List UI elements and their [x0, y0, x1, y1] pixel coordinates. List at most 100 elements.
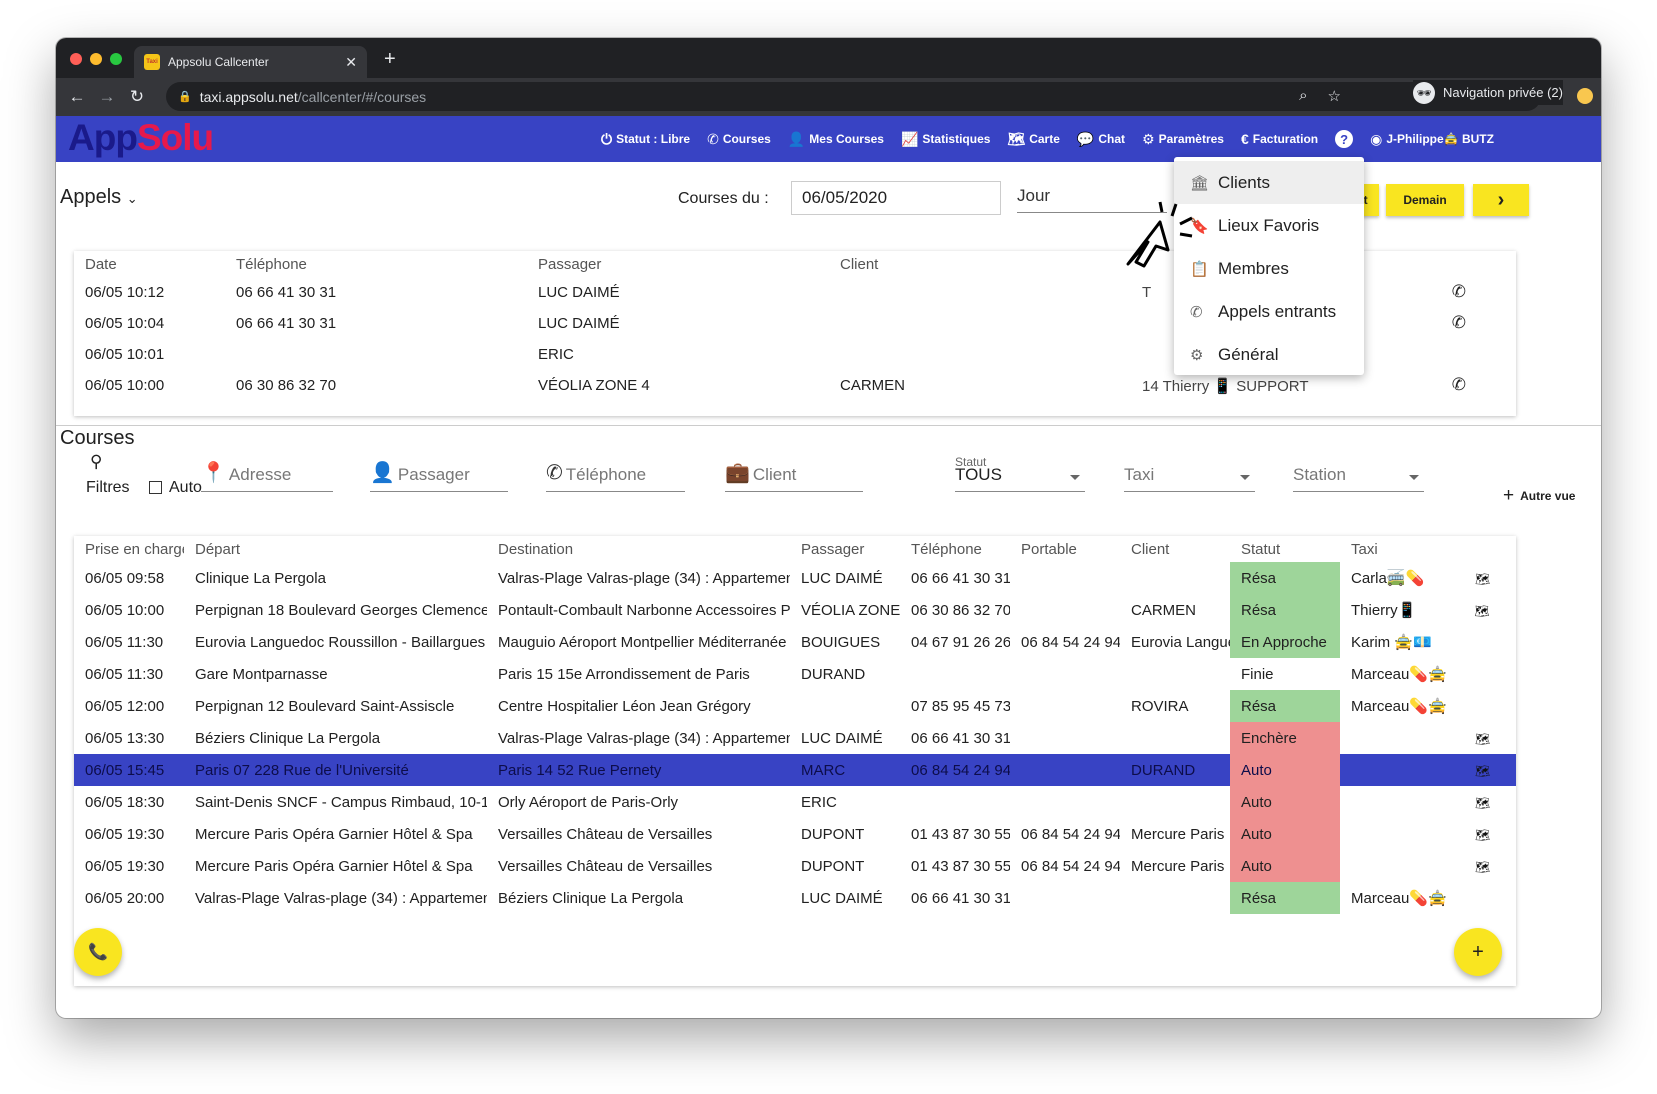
auto-checkbox[interactable] [149, 481, 162, 494]
back-icon[interactable]: ← [62, 87, 92, 107]
course-col-7[interactable]: Statut [1230, 536, 1340, 562]
menu-courses[interactable]: ✆ Courses [707, 131, 771, 148]
next-day-button[interactable]: › [1473, 184, 1529, 216]
reload-icon[interactable]: ↻ [122, 87, 152, 107]
course-col-3[interactable]: Passager [790, 536, 900, 562]
taxi-select[interactable]: Taxi [1124, 458, 1255, 492]
star-icon[interactable]: ☆ [1328, 87, 1341, 105]
url-field[interactable]: 🔒 taxi.appsolu.net /callcenter/#/courses… [166, 82, 1541, 111]
course-row[interactable]: 06/05 15:45 Paris 07 228 Rue de l'Univers… [74, 754, 1516, 786]
course-portable: 06 84 54 24 94 [1021, 633, 1120, 651]
help-button[interactable]: ? [1335, 130, 1354, 148]
passager-filter[interactable]: 👤 Passager [370, 458, 508, 492]
date-input[interactable]: 06/05/2020 [791, 181, 1001, 215]
course-col-2[interactable]: Destination [487, 536, 790, 562]
course-row[interactable]: 06/05 19:30 Mercure Paris Opéra Garnier H… [74, 818, 1516, 850]
course-row[interactable]: 06/05 10:00 Perpignan 18 Boulevard George… [74, 594, 1516, 626]
call-phone-icon[interactable]: ✆ [1452, 375, 1466, 395]
phone-icon: ✆ [1190, 303, 1203, 321]
autre-vue-button[interactable]: + Autre vue [1503, 485, 1575, 507]
course-taxi [1340, 818, 1450, 850]
col-telephone[interactable]: Téléphone [225, 251, 527, 277]
maximize-window-button[interactable] [110, 53, 122, 65]
menu-item-appels-entrants[interactable]: ✆ Appels entrants [1174, 290, 1364, 333]
course-row[interactable]: 06/05 11:30 Eurovia Languedoc Roussillon … [74, 626, 1516, 658]
call-passager: LUC DAIMÉ [538, 284, 620, 301]
menu-facturation[interactable]: € Facturation [1241, 131, 1318, 147]
call-phone-icon[interactable]: ✆ [1452, 282, 1466, 302]
course-statut: Auto [1230, 786, 1340, 818]
station-select[interactable]: Station [1293, 458, 1424, 492]
extension-icon[interactable] [1577, 88, 1593, 104]
course-col-0[interactable]: Prise en charge [74, 536, 184, 562]
map-icon[interactable]: 🗺 [1475, 796, 1490, 810]
menu-statut[interactable]: ⏻ Statut : Libre [601, 131, 690, 148]
menu-chat[interactable]: 💬 Chat [1077, 131, 1125, 148]
course-actions: 🗺 [1450, 562, 1516, 594]
course-row[interactable]: 06/05 20:00 Valras-Plage Valras-plage (34… [74, 882, 1516, 914]
course-col-1[interactable]: Départ [184, 536, 487, 562]
menu-item-membres[interactable]: 📋 Membres [1174, 247, 1364, 290]
map-icon[interactable]: 🗺 [1475, 732, 1490, 746]
phone-icon: ✆ [707, 130, 719, 147]
menu-item-lieux-favoris[interactable]: 🔖 Lieux Favoris [1174, 204, 1364, 247]
course-row[interactable]: 06/05 12:00 Perpignan 12 Boulevard Saint-… [74, 690, 1516, 722]
new-tab-icon[interactable]: + [384, 48, 396, 71]
menu-item-general[interactable]: ⚙ Général [1174, 333, 1364, 376]
bank-icon: 🏛 [1190, 174, 1210, 192]
zoom-icon[interactable]: ⌕ [1299, 87, 1307, 105]
appsolu-logo[interactable]: AppSolu [68, 117, 214, 159]
col-passager[interactable]: Passager [527, 251, 829, 277]
col-date[interactable]: Date [74, 251, 225, 277]
add-fab-button[interactable]: + [1454, 928, 1502, 976]
close-window-button[interactable] [70, 53, 82, 65]
menu-item-clients[interactable]: 🏛 Clients [1174, 161, 1364, 204]
course-pec: 06/05 11:30 [85, 633, 164, 651]
menu-mes-courses[interactable]: 👤 Mes Courses [788, 131, 884, 148]
map-icon[interactable]: 🗺 [1475, 860, 1490, 874]
menu-parametres[interactable]: ⚙ Paramètres [1142, 131, 1224, 148]
user-menu[interactable]: ◉ J-Philippe🚖 BUTZ [1370, 131, 1494, 148]
menu-carte[interactable]: 🗺 Carte [1007, 131, 1059, 148]
course-row[interactable]: 06/05 09:58 Clinique La Pergola Valras-Pla… [74, 562, 1516, 594]
demain-button[interactable]: Demain [1386, 184, 1464, 216]
statut-select[interactable]: TOUS [955, 458, 1085, 492]
courses-table-card: Prise en charge Départ Destination Passager… [74, 536, 1516, 986]
forward-icon[interactable]: → [92, 87, 122, 107]
client-filter[interactable]: 💼 Client [725, 458, 863, 492]
course-col-4[interactable]: Téléphone [900, 536, 1010, 562]
call-fab-button[interactable]: 📞 [74, 928, 122, 976]
minimize-window-button[interactable] [90, 53, 102, 65]
telephone-filter[interactable]: ✆ Téléphone [546, 458, 685, 492]
course-col-9[interactable] [1450, 536, 1516, 562]
col-client[interactable]: Client [829, 251, 1131, 277]
map-icon[interactable]: 🗺 [1475, 764, 1490, 778]
course-row[interactable]: 06/05 18:30 Saint-Denis SNCF - Campus Rim… [74, 786, 1516, 818]
browser-tab[interactable]: Taxi Appsolu Callcenter ✕ [134, 46, 367, 78]
course-dest: Orly Aéroport de Paris-Orly [498, 793, 679, 811]
course-row[interactable]: 06/05 11:30 Gare Montparnasse Paris 15 15e… [74, 658, 1516, 690]
close-tab-icon[interactable]: ✕ [345, 54, 357, 71]
course-col-8[interactable]: Taxi [1340, 536, 1450, 562]
search-icon[interactable]: ⚲ [90, 452, 102, 472]
incognito-indicator[interactable]: 🕶 Navigation privée (2) [1413, 80, 1563, 105]
map-icon[interactable]: 🗺 [1474, 604, 1489, 618]
course-row[interactable]: 06/05 13:30 Béziers Clinique La Pergola Va… [74, 722, 1516, 754]
call-phone-icon[interactable]: ✆ [1452, 313, 1466, 333]
map-icon[interactable]: 🗺 [1475, 828, 1490, 842]
appels-title[interactable]: Appels ⌄ [60, 186, 138, 209]
course-row[interactable]: 06/05 19:30 Mercure Paris Opéra Garnier H… [74, 850, 1516, 882]
course-portable [1010, 562, 1120, 594]
url-path: /callcenter/#/courses [297, 88, 427, 105]
filtres-label[interactable]: Filtres [86, 479, 130, 497]
adresse-filter[interactable]: 📍 Adresse [201, 458, 333, 492]
map-icon[interactable]: 🗺 [1475, 572, 1490, 586]
course-col-5[interactable]: Portable [1010, 536, 1120, 562]
course-portable [1010, 658, 1120, 690]
course-passager: LUC DAIMÉ [801, 729, 883, 747]
course-taxi: Marceau💊🚖 [1351, 890, 1447, 907]
address-bar: ← → ↻ 🔒 taxi.appsolu.net /callcenter/#/c… [56, 78, 1601, 116]
course-col-6[interactable]: Client [1120, 536, 1230, 562]
menu-statistiques[interactable]: 📈 Statistiques [901, 131, 990, 148]
incognito-icon: 🕶 [1413, 81, 1436, 104]
